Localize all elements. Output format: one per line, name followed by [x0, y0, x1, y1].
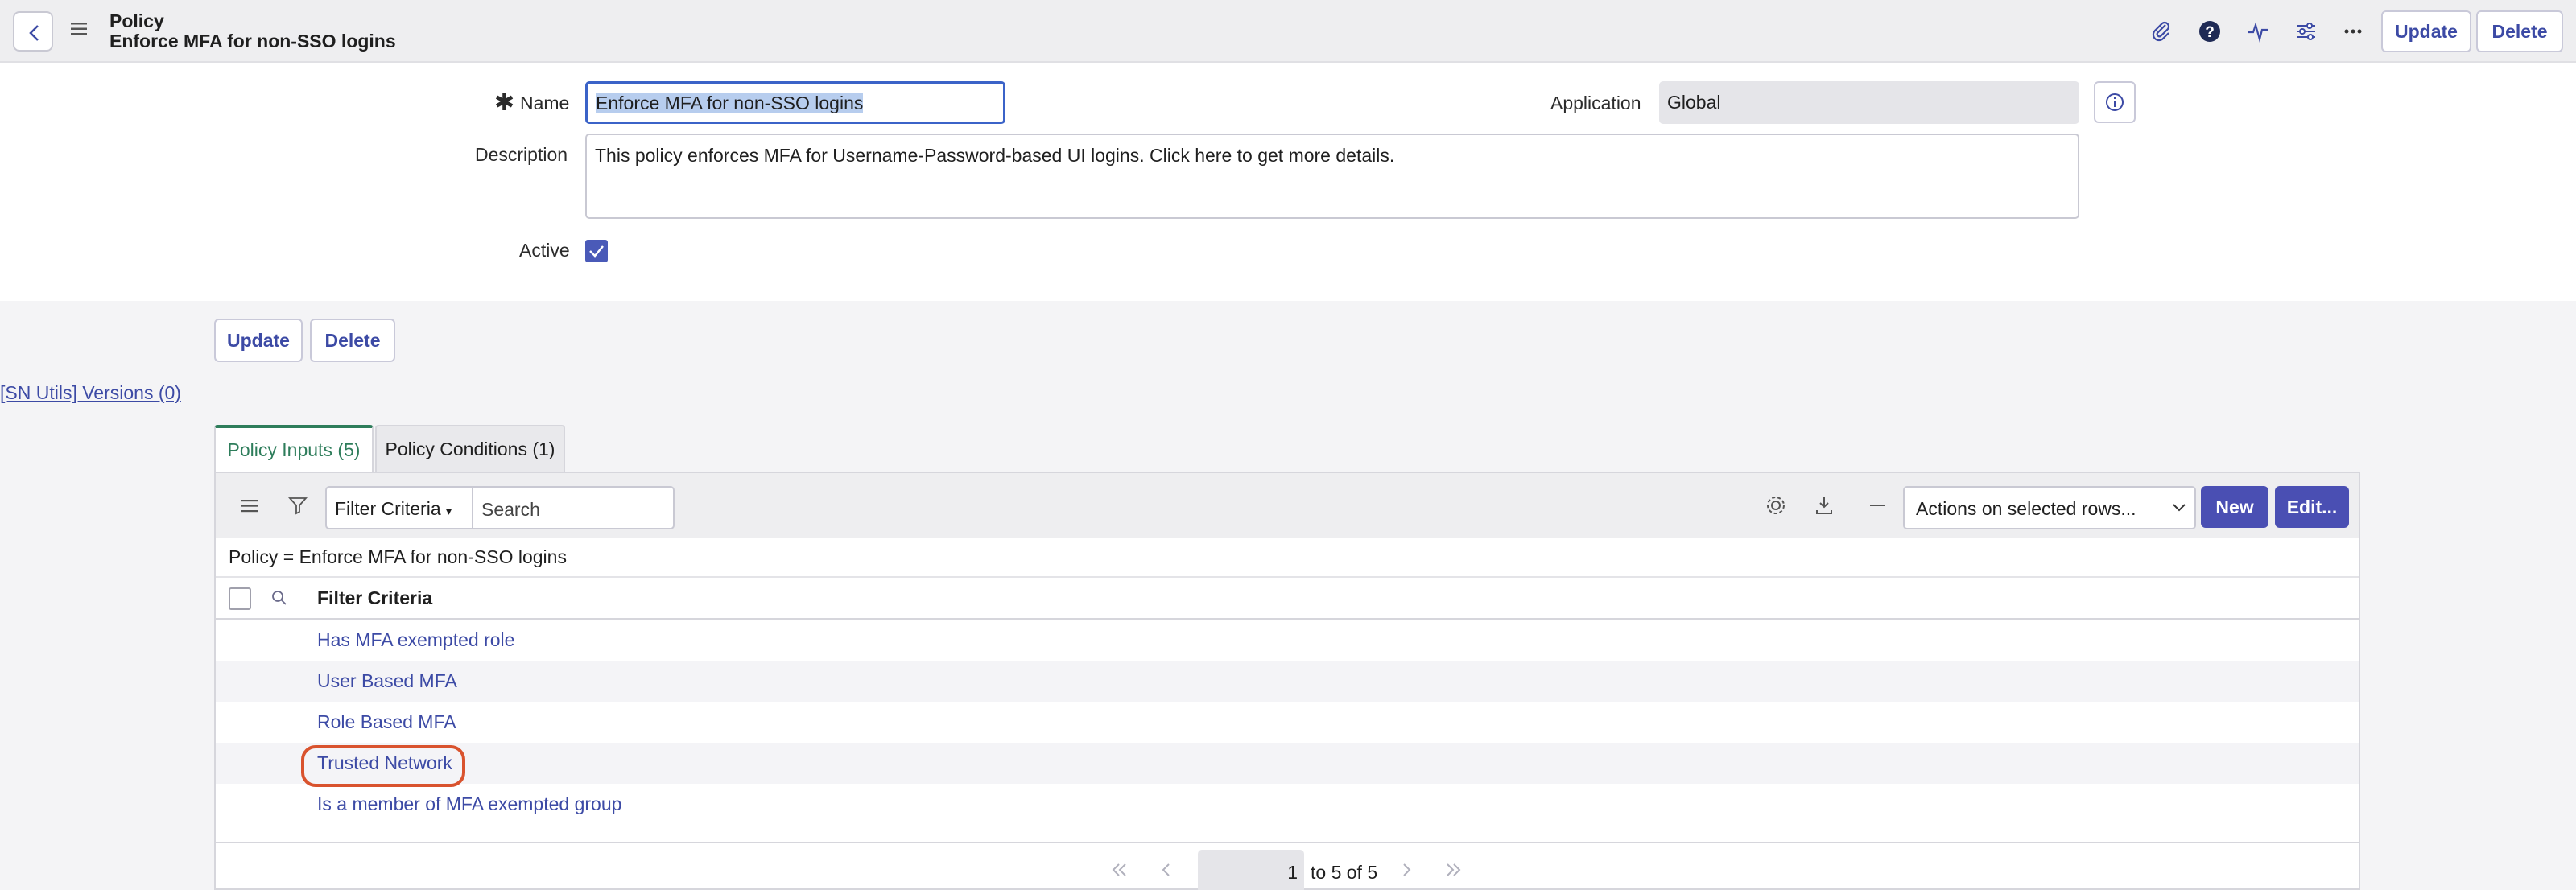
name-field[interactable]: Enforce MFA for non-SSO logins — [585, 81, 1005, 124]
more-ellipsis-icon[interactable] — [2339, 18, 2367, 45]
page-number-input[interactable]: 1 — [1198, 850, 1304, 890]
table-row[interactable]: Has MFA exempted role — [216, 620, 2359, 661]
list-breadcrumb[interactable]: Policy = Enforce MFA for non-SSO logins — [216, 538, 2359, 578]
download-icon[interactable] — [1813, 494, 1835, 517]
filter-funnel-icon[interactable] — [288, 496, 308, 515]
caret-down-icon: ▾ — [446, 505, 452, 517]
form-header: Policy Enforce MFA for non-SSO logins ? … — [0, 0, 2576, 63]
active-checkbox[interactable] — [585, 240, 608, 262]
previous-page-icon[interactable] — [1161, 863, 1172, 877]
row-link[interactable]: User Based MFA — [317, 670, 457, 692]
application-label: Application — [1550, 93, 1641, 113]
record-name: Enforce MFA for non-SSO logins — [109, 31, 396, 52]
application-info-button[interactable] — [2094, 81, 2136, 123]
sn-utils-versions-link[interactable]: [SN Utils] Versions (0) — [0, 382, 181, 404]
edit-button[interactable]: Edit... — [2275, 486, 2349, 528]
page-range-text: to 5 of 5 — [1311, 862, 1378, 883]
list-toolbar: Filter Criteria ▾ Search Actions on sele… — [216, 473, 2359, 538]
active-label: Active — [519, 240, 570, 261]
form-delete-button[interactable]: Delete — [310, 319, 395, 362]
filter-select-value: Filter Criteria — [335, 498, 441, 519]
info-icon — [2106, 93, 2124, 111]
description-field[interactable]: This policy enforces MFA for Username-Pa… — [585, 134, 2079, 219]
first-page-icon[interactable] — [1111, 863, 1129, 877]
gear-icon[interactable] — [1765, 494, 1787, 517]
last-page-icon[interactable] — [1444, 863, 1462, 877]
name-value: Enforce MFA for non-SSO logins — [596, 93, 864, 113]
row-link[interactable]: Has MFA exempted role — [317, 629, 514, 651]
collapse-minus-icon[interactable] — [1866, 494, 1889, 517]
application-field: Global — [1659, 81, 2079, 124]
list-menu-icon[interactable] — [242, 499, 259, 513]
back-chevron-icon — [29, 25, 39, 41]
chevron-down-icon — [2173, 504, 2186, 512]
row-link[interactable]: Trusted Network — [317, 752, 452, 774]
back-button[interactable] — [13, 11, 53, 52]
list-pagination: 1 to 5 of 5 — [216, 842, 2359, 890]
select-all-checkbox[interactable] — [229, 587, 251, 610]
form-update-button[interactable]: Update — [214, 319, 303, 362]
required-star-icon: ✱ — [494, 89, 515, 116]
filter-criteria-select[interactable]: Filter Criteria ▾ — [325, 486, 473, 529]
search-icon[interactable] — [270, 589, 288, 607]
next-page-icon[interactable] — [1401, 863, 1412, 877]
checkmark-icon — [589, 245, 604, 258]
tab-policy-inputs[interactable]: Policy Inputs (5) — [214, 425, 374, 472]
table-row[interactable]: Is a member of MFA exempted group — [216, 784, 2359, 825]
header-update-button[interactable]: Update — [2381, 10, 2471, 52]
list-search-input[interactable]: Search — [472, 486, 675, 529]
settings-sliders-icon[interactable] — [2293, 18, 2320, 45]
activity-pulse-icon[interactable] — [2244, 18, 2272, 45]
actions-on-selected-rows-select[interactable]: Actions on selected rows... — [1903, 486, 2196, 529]
header-delete-button[interactable]: Delete — [2476, 10, 2563, 52]
help-icon[interactable]: ? — [2196, 18, 2223, 45]
list-header-row: Filter Criteria — [216, 578, 2359, 620]
row-link[interactable]: Is a member of MFA exempted group — [317, 793, 621, 815]
row-link[interactable]: Role Based MFA — [317, 711, 456, 733]
policy-inputs-list: Filter Criteria ▾ Search Actions on sele… — [214, 472, 2360, 890]
description-label: Description — [475, 144, 568, 165]
actions-select-value: Actions on selected rows... — [1916, 498, 2136, 519]
record-type: Policy — [109, 10, 164, 31]
column-header-filter-criteria[interactable]: Filter Criteria — [317, 587, 432, 609]
table-row[interactable]: Role Based MFA — [216, 702, 2359, 743]
svg-text:?: ? — [2205, 24, 2215, 41]
paperclip-icon[interactable] — [2148, 18, 2175, 45]
tab-policy-conditions[interactable]: Policy Conditions (1) — [375, 425, 565, 472]
table-row[interactable]: User Based MFA — [216, 661, 2359, 702]
new-button[interactable]: New — [2201, 486, 2268, 528]
name-label: Name — [520, 93, 570, 113]
hamburger-menu-icon[interactable] — [71, 21, 89, 37]
table-row[interactable]: Trusted Network — [216, 743, 2359, 787]
